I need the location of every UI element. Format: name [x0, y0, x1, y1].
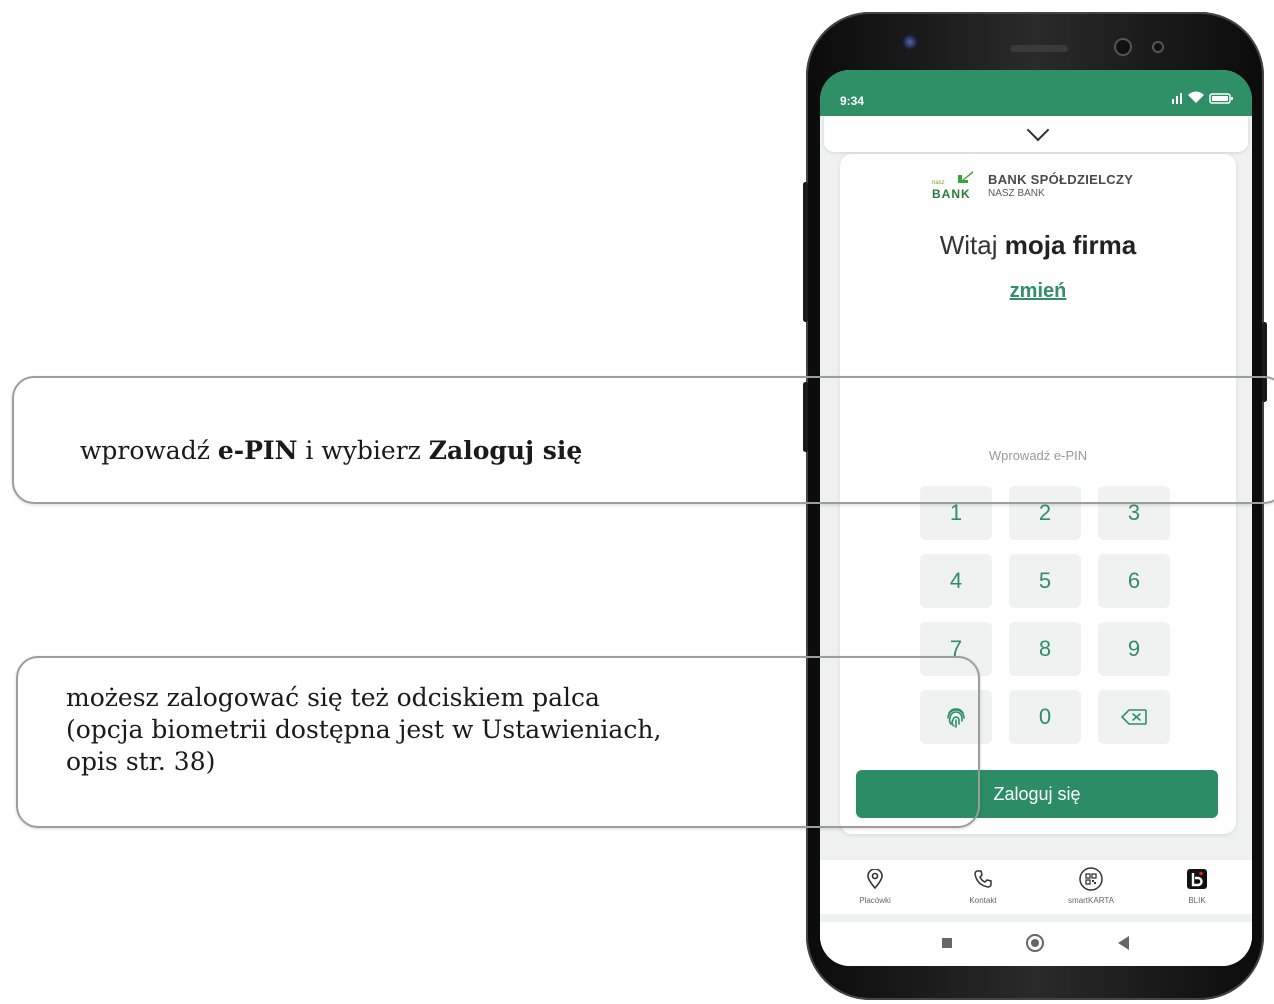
location-pin-icon[interactable]	[866, 869, 884, 889]
iris-sensor	[902, 34, 918, 50]
phone-screen: 9:34 nasz BANK BANK SPÓŁDZIELCZY NASZ BA…	[820, 70, 1252, 966]
key-8[interactable]: 8	[1009, 622, 1081, 676]
chevron-down-icon[interactable]	[1026, 118, 1050, 142]
callout-epin: wprowadź e-PIN i wybierz Zaloguj się	[12, 376, 1274, 504]
bank-logo: nasz BANK BANK SPÓŁDZIELCZY NASZ BANK	[932, 168, 1162, 204]
proximity-sensor	[1152, 41, 1164, 53]
nav-smartkarta[interactable]: smartKARTA	[1056, 866, 1126, 905]
bank-logo-mark: nasz BANK	[932, 168, 982, 204]
status-icons	[1170, 91, 1234, 108]
status-time: 9:34	[840, 94, 865, 108]
backspace-key[interactable]	[1098, 690, 1170, 744]
nav-label-blik: BLIK	[1188, 896, 1206, 905]
nav-label-placowki: Placówki	[859, 896, 891, 905]
phone-icon[interactable]	[973, 869, 993, 889]
logo-word: BANK	[932, 187, 971, 201]
logo-arrow-icon	[958, 171, 973, 183]
logo-small-text: nasz	[932, 180, 945, 186]
bank-name: BANK SPÓŁDZIELCZY	[988, 172, 1134, 187]
greeting-user: moja firma	[1004, 230, 1137, 260]
nav-label-kontakt: Kontakt	[969, 896, 997, 905]
status-bar: 9:34	[820, 70, 1252, 116]
greeting: Witaj moja firma	[840, 230, 1236, 261]
phone-device: 9:34 nasz BANK BANK SPÓŁDZIELCZY NASZ BA…	[803, 12, 1267, 1000]
callout-epin-bold-epin: e-PIN	[217, 436, 298, 465]
callout-epin-text: wprowadź e-PIN i wybierz Zaloguj się	[80, 436, 582, 465]
callout-fingerprint-line1: możesz zalogować się też odciskiem palca	[66, 683, 600, 712]
home-button[interactable]	[1026, 934, 1044, 952]
nav-label-smartkarta: smartKARTA	[1068, 896, 1114, 905]
blik-icon[interactable]	[1186, 868, 1208, 890]
greeting-prefix: Witaj	[939, 230, 998, 260]
back-button[interactable]	[1118, 936, 1129, 950]
callout-fingerprint-text: możesz zalogować się też odciskiem palca…	[66, 682, 661, 778]
backspace-icon[interactable]	[1121, 709, 1147, 725]
signal-wifi-battery-icon	[1172, 91, 1233, 104]
nav-blik[interactable]: BLIK	[1162, 866, 1232, 905]
recent-apps-button[interactable]	[942, 938, 952, 948]
nav-kontakt[interactable]: Kontakt	[948, 866, 1018, 905]
callout-epin-mid: i wybierz	[297, 436, 429, 465]
key-6[interactable]: 6	[1098, 554, 1170, 608]
bottom-navigation: Placówki Kontakt smartKARTA BLIK	[820, 860, 1252, 914]
sheet-collapse-handle[interactable]	[824, 116, 1248, 152]
bank-subname: NASZ BANK	[988, 188, 1045, 199]
key-4[interactable]: 4	[920, 554, 992, 608]
qr-code-icon[interactable]	[1079, 867, 1103, 891]
key-5[interactable]: 5	[1009, 554, 1081, 608]
earpiece-speaker	[1010, 45, 1068, 52]
key-0[interactable]: 0	[1009, 690, 1081, 744]
key-9[interactable]: 9	[1098, 622, 1170, 676]
callout-fingerprint-line2: (opcja biometrii dostępna jest w Ustawie…	[66, 715, 662, 744]
volume-button	[803, 182, 808, 322]
change-user-link[interactable]: zmień	[840, 280, 1236, 303]
system-navigation-bar	[820, 922, 1252, 966]
callout-fingerprint: możesz zalogować się też odciskiem palca…	[16, 656, 980, 828]
callout-epin-pre: wprowadź	[80, 436, 218, 465]
front-camera	[1114, 38, 1132, 56]
callout-fingerprint-line3: opis str. 38)	[66, 747, 216, 776]
callout-epin-bold-login: Zaloguj się	[428, 436, 583, 465]
nav-placowki[interactable]: Placówki	[840, 866, 910, 905]
